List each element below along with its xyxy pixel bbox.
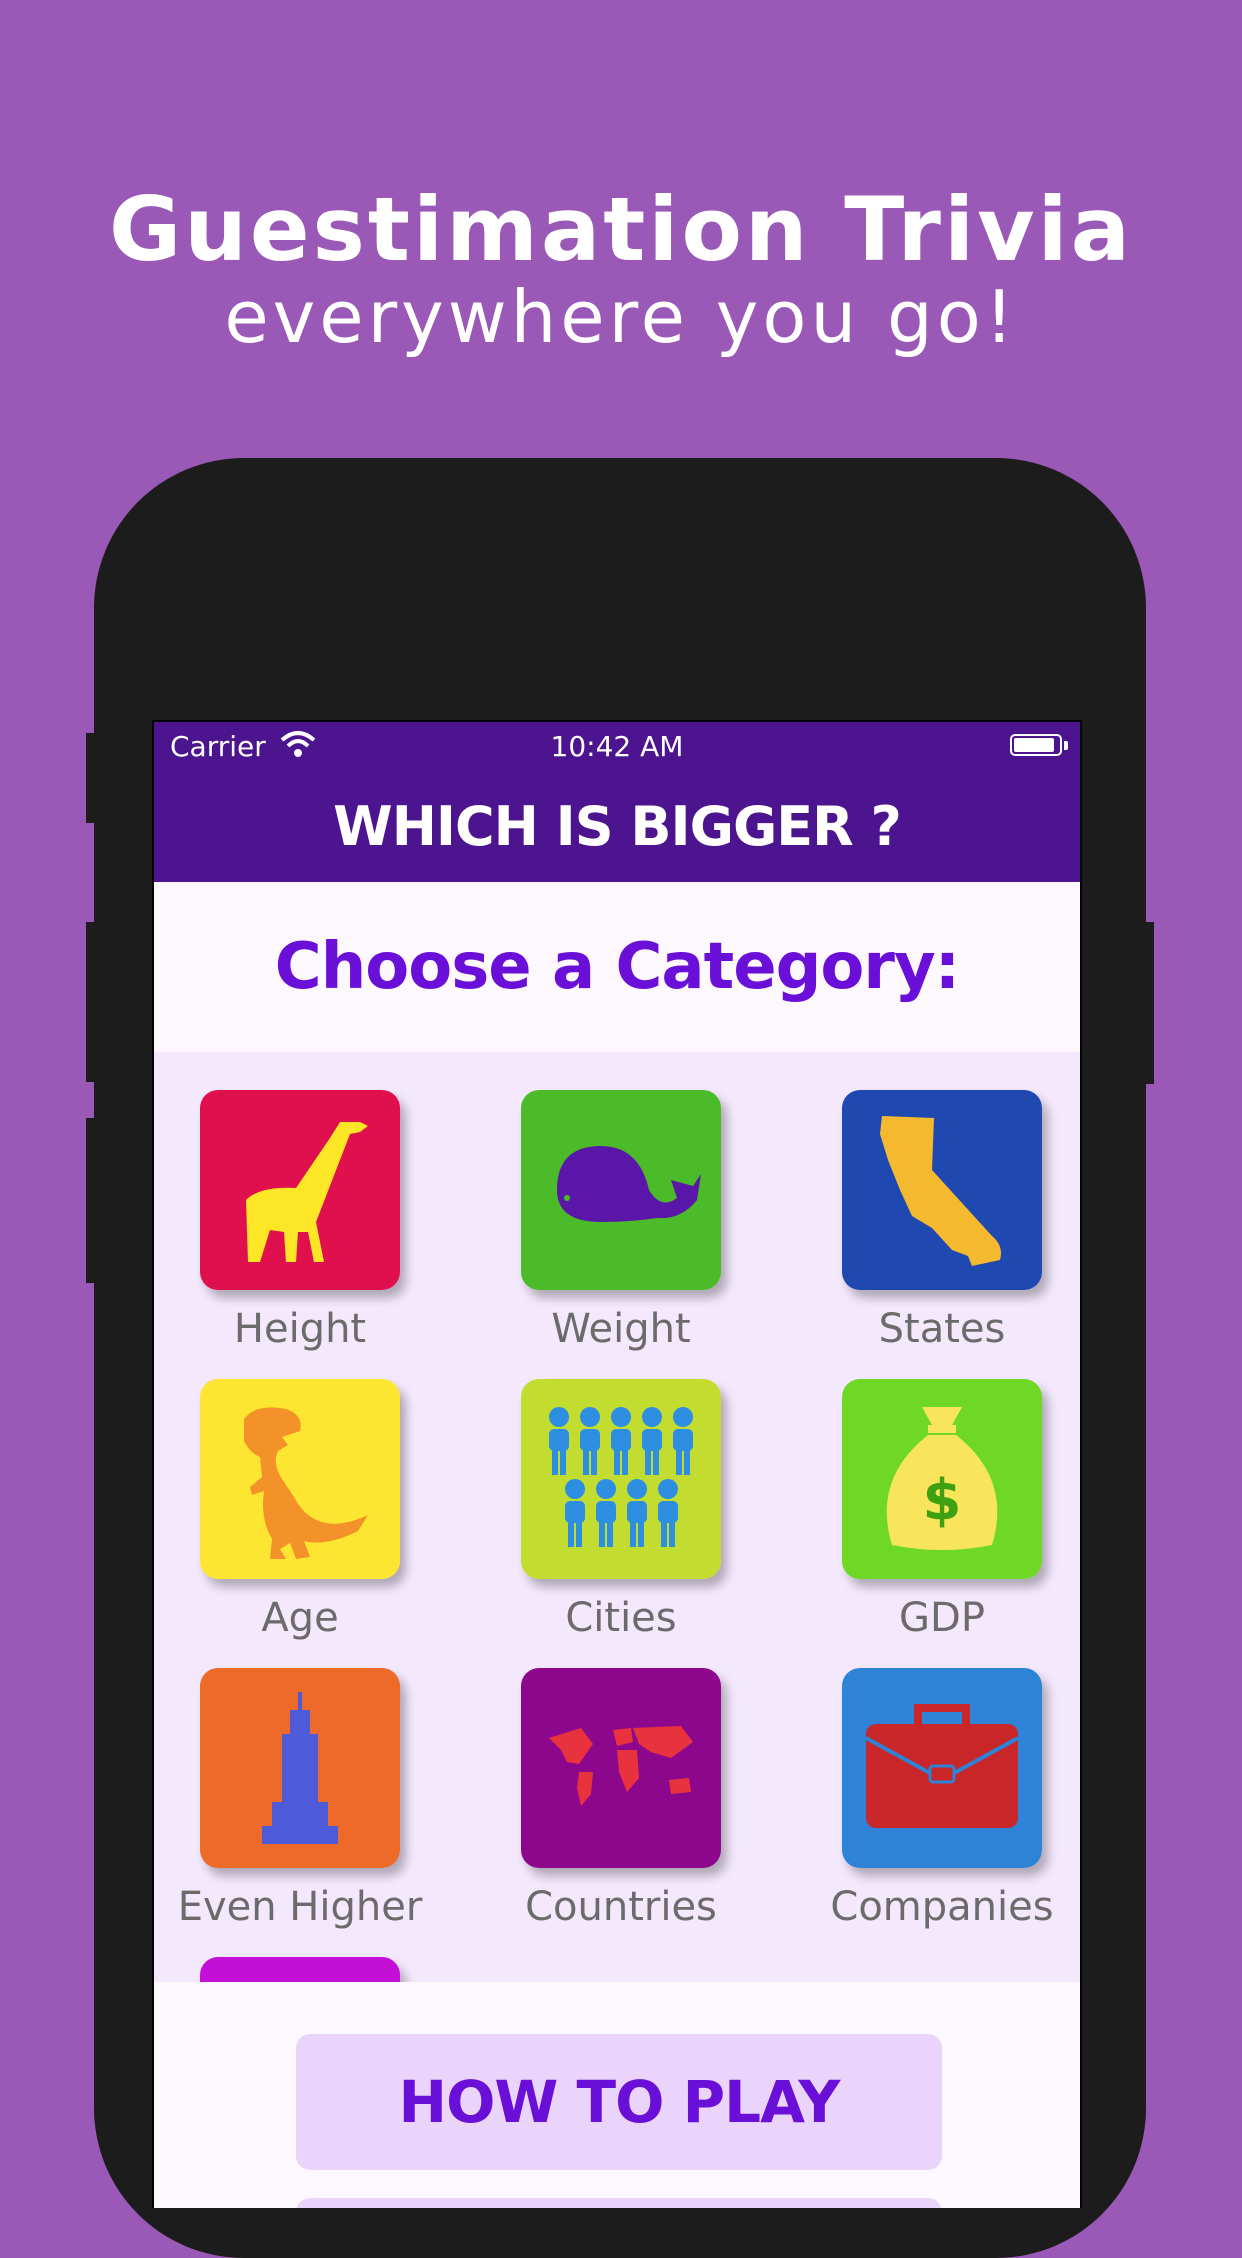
- category-label: Age: [261, 1595, 339, 1641]
- category-label: Countries: [525, 1884, 717, 1930]
- money-bag-icon: $: [842, 1379, 1042, 1579]
- page-title: Choose a Category:: [274, 930, 961, 1004]
- category-label: States: [878, 1306, 1006, 1352]
- whale-icon: [521, 1090, 721, 1290]
- battery-icon: [1010, 734, 1062, 756]
- category-label: Companies: [830, 1884, 1054, 1930]
- category-label: GDP: [899, 1595, 985, 1641]
- category-label: Height: [233, 1306, 367, 1352]
- battery-tip: [1064, 741, 1068, 750]
- svg-text:$: $: [923, 1468, 962, 1533]
- promo-title: Guestimation Trivia: [108, 178, 1134, 281]
- status-bar: Carrier 10:42 AM: [154, 722, 1080, 772]
- nav-title: WHICH IS BIGGER ?: [154, 772, 1080, 882]
- app-screen: Carrier 10:42 AM WHICH IS BIGGER ? Choos…: [154, 722, 1080, 2208]
- category-tile-age[interactable]: [200, 1379, 400, 1579]
- category-tile-gdp[interactable]: $: [842, 1379, 1042, 1579]
- briefcase-icon: [842, 1668, 1042, 1868]
- category-tile-partial[interactable]: [200, 1957, 400, 1982]
- category-tile-states[interactable]: [842, 1090, 1042, 1290]
- category-label: Weight: [551, 1306, 691, 1352]
- category-tile-cities[interactable]: [521, 1379, 721, 1579]
- secondary-button[interactable]: [296, 2198, 942, 2208]
- category-label: Cities: [565, 1595, 677, 1641]
- promo-subtitle: everywhere you go!: [224, 275, 1018, 359]
- how-to-play-button[interactable]: HOW TO PLAY: [296, 2034, 942, 2170]
- skyscraper-icon: [200, 1668, 400, 1868]
- category-tile-even-higher[interactable]: [200, 1668, 400, 1868]
- california-icon: [842, 1090, 1042, 1290]
- category-tile-height[interactable]: [200, 1090, 400, 1290]
- world-map-icon: [521, 1668, 721, 1868]
- category-tile-weight[interactable]: [521, 1090, 721, 1290]
- giraffe-icon: [200, 1090, 400, 1290]
- status-time: 10:42 AM: [550, 730, 684, 763]
- people-icon: [521, 1379, 721, 1579]
- dinosaur-icon: [200, 1379, 400, 1579]
- category-tile-countries[interactable]: [521, 1668, 721, 1868]
- category-grid: Height Weight States Age Cities $ GDP Ev…: [154, 1052, 1080, 1982]
- category-tile-companies[interactable]: [842, 1668, 1042, 1868]
- category-label: Even Higher: [177, 1884, 423, 1930]
